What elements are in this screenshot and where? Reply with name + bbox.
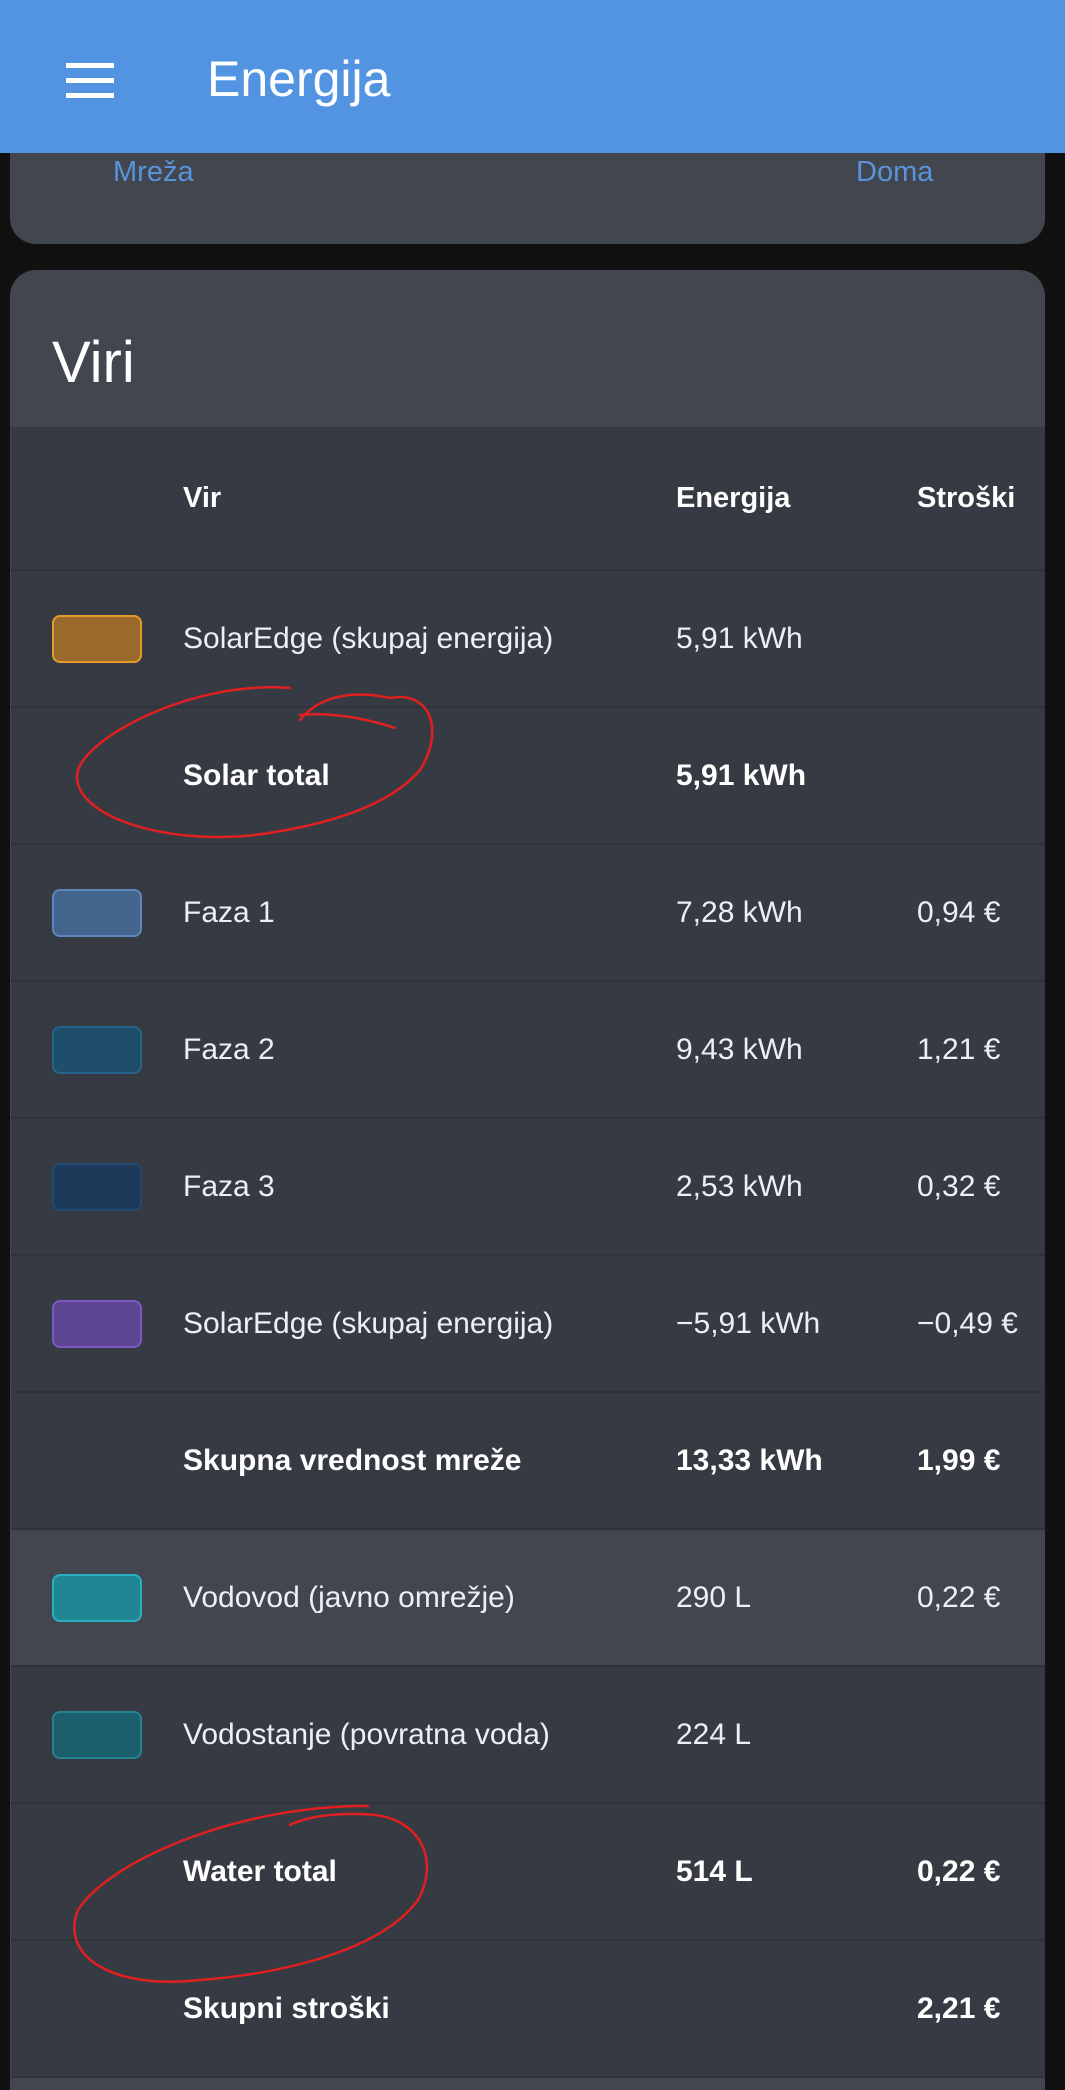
- row-cost-value: 2,21 €: [917, 1991, 1001, 2025]
- row-cost-value: 0,22 €: [917, 1854, 1001, 1888]
- row-cost-value: 0,32 €: [917, 1169, 1001, 1203]
- table-row-total-cost: Skupni stroški 2,21 €: [11, 1941, 1045, 2078]
- row-source-name: Water total: [183, 1854, 337, 1888]
- column-header-energy: Energija: [676, 481, 791, 514]
- table-row: SolarEdge (skupaj energija) 5,91 kWh: [11, 571, 1045, 708]
- color-swatch: [52, 614, 142, 663]
- table-row[interactable]: Vodovod (javno omrežje) 290 L 0,22 €: [11, 1530, 1045, 1667]
- grid-link[interactable]: Mreža: [113, 154, 194, 190]
- app-header: Energija: [0, 0, 1065, 153]
- color-swatch: [52, 888, 142, 937]
- table-row: SolarEdge (skupaj energija) −5,91 kWh −0…: [11, 1256, 1045, 1393]
- table-row: Faza 3 2,53 kWh 0,32 €: [11, 1119, 1045, 1256]
- table-row: Faza 2 9,43 kWh 1,21 €: [11, 982, 1045, 1119]
- table-row: Faza 1 7,28 kWh 0,94 €: [11, 845, 1045, 982]
- row-source-name: Faza 3: [183, 1169, 275, 1203]
- table-header: Vir Energija Stroški: [11, 427, 1045, 571]
- row-cost-value: 0,22 €: [917, 1580, 1001, 1614]
- row-source-name: SolarEdge (skupaj energija): [183, 1306, 554, 1340]
- row-source-name: Skupna vrednost mreže: [183, 1443, 522, 1477]
- row-source-name: Skupni stroški: [183, 1991, 390, 2025]
- table-row-total: Solar total 5,91 kWh: [11, 708, 1045, 845]
- row-source-name: Vodovod (javno omrežje): [183, 1580, 515, 1614]
- row-energy-value: 7,28 kWh: [676, 895, 803, 929]
- row-energy-value: 290 L: [676, 1580, 752, 1614]
- row-source-name: Faza 2: [183, 1032, 275, 1066]
- row-energy-value: 5,91 kWh: [676, 621, 803, 655]
- table-row-total: Water total 514 L 0,22 €: [11, 1804, 1045, 1941]
- row-energy-value: −5,91 kWh: [676, 1306, 821, 1340]
- row-cost-value: 1,99 €: [917, 1443, 1001, 1477]
- row-source-name: SolarEdge (skupaj energija): [183, 621, 554, 655]
- row-energy-value: 5,91 kWh: [676, 758, 807, 792]
- color-swatch: [52, 1025, 142, 1074]
- table-row: Vodostanje (povratna voda) 224 L: [11, 1667, 1045, 1804]
- row-source-name: Faza 1: [183, 895, 275, 929]
- menu-button[interactable]: [50, 47, 134, 113]
- sources-card: Viri Vir Energija Stroški SolarEdge (sku…: [10, 270, 1045, 2090]
- menu-icon: [66, 63, 114, 98]
- row-energy-value: 9,43 kWh: [676, 1032, 803, 1066]
- color-swatch: [52, 1573, 142, 1622]
- row-cost-value: 0,94 €: [917, 895, 1001, 929]
- row-cost-value: −0,49 €: [917, 1306, 1018, 1340]
- color-swatch: [52, 1710, 142, 1759]
- column-header-cost: Stroški: [917, 481, 1016, 514]
- row-source-name: Vodostanje (povratna voda): [183, 1717, 550, 1751]
- row-energy-value: 514 L: [676, 1854, 753, 1888]
- color-swatch: [52, 1299, 142, 1348]
- table-row-total: Skupna vrednost mreže 13,33 kWh 1,99 €: [11, 1393, 1045, 1530]
- home-link[interactable]: Doma: [856, 154, 933, 190]
- row-source-name: Solar total: [183, 758, 330, 792]
- row-energy-value: 13,33 kWh: [676, 1443, 823, 1477]
- row-energy-value: 2,53 kWh: [676, 1169, 803, 1203]
- sources-card-title: Viri: [52, 330, 135, 395]
- column-header-source: Vir: [183, 481, 222, 514]
- row-energy-value: 224 L: [676, 1717, 752, 1751]
- page-title: Energija: [207, 51, 391, 107]
- sources-table: Vir Energija Stroški SolarEdge (skupaj e…: [11, 427, 1045, 2078]
- color-swatch: [52, 1162, 142, 1211]
- row-cost-value: 1,21 €: [917, 1032, 1001, 1066]
